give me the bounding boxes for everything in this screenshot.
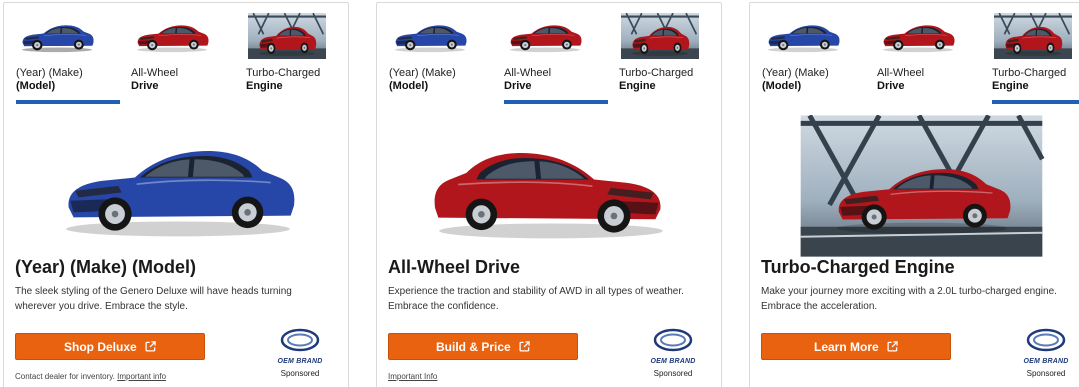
card-title: All-Wheel Drive xyxy=(388,257,521,277)
card-description: Make your journey more exciting with a 2… xyxy=(761,286,1057,312)
oem-brand-logo-icon xyxy=(653,328,693,352)
tab-label-line2: Engine xyxy=(992,80,1029,92)
brand-name: OEM BRAND xyxy=(650,358,696,365)
tab-label-line2: (Model) xyxy=(762,80,802,92)
tab-label-line2: Drive xyxy=(504,80,532,92)
tab-awd[interactable]: All-Wheel Drive xyxy=(131,13,239,105)
tab-awd[interactable]: All-Wheel Drive xyxy=(877,13,985,105)
tab-label-line1: All-Wheel xyxy=(877,67,925,79)
tab-label-line1: Turbo-Charged xyxy=(992,67,1067,79)
tab-label-line2: (Model) xyxy=(16,80,56,92)
hero-car-bridge-image[interactable] xyxy=(750,115,1079,257)
tab-turbo[interactable]: Turbo-Charged Engine xyxy=(992,13,1079,105)
red-car-bridge-thumbnail-icon xyxy=(621,13,699,59)
oem-brand-logo-icon xyxy=(1026,328,1066,352)
blue-car-thumbnail-icon xyxy=(391,13,469,59)
cta-label: Shop Deluxe xyxy=(63,340,137,354)
red-car-thumbnail-icon xyxy=(506,13,584,59)
brand-name: OEM BRAND xyxy=(277,358,323,365)
hero-car-image[interactable] xyxy=(4,115,348,257)
ad-card-model: (Year) (Make) (Model) All-Wheel Drive Tu… xyxy=(3,2,349,387)
blue-car-thumbnail-icon xyxy=(764,13,842,59)
sponsor-block[interactable]: OEM BRAND Sponsored xyxy=(272,328,328,378)
sponsored-label: Sponsored xyxy=(280,369,320,378)
tab-label-line1: (Year) (Make) xyxy=(16,67,83,79)
sponsor-block[interactable]: OEM BRAND Sponsored xyxy=(645,328,701,378)
red-car-thumbnail-icon xyxy=(879,13,957,59)
important-info-link[interactable]: Important info xyxy=(117,372,166,381)
tab-model[interactable]: (Year) (Make) (Model) xyxy=(16,13,124,105)
tab-label-line1: Turbo-Charged xyxy=(619,67,694,79)
tab-label-line1: Turbo-Charged xyxy=(246,67,321,79)
footer-text: Contact dealer for inventory. xyxy=(15,372,115,381)
tab-label-line1: (Year) (Make) xyxy=(762,67,829,79)
important-info-link[interactable]: Important Info xyxy=(388,372,437,381)
shop-deluxe-button[interactable]: Shop Deluxe xyxy=(15,333,205,360)
tab-label-line1: All-Wheel xyxy=(131,67,179,79)
feature-tabs: (Year) (Make) (Model) All-Wheel Drive Tu… xyxy=(377,3,721,107)
build-and-price-button[interactable]: Build & Price xyxy=(388,333,578,360)
tab-label-line1: All-Wheel xyxy=(504,67,552,79)
card-title: (Year) (Make) (Model) xyxy=(15,257,197,277)
feature-tabs: (Year) (Make) (Model) All-Wheel Drive Tu… xyxy=(4,3,348,107)
card-title: Turbo-Charged Engine xyxy=(761,257,955,277)
sponsor-block[interactable]: OEM BRAND Sponsored xyxy=(1018,328,1074,378)
cta-label: Learn More xyxy=(813,340,879,354)
card-footer: Contact dealer for inventory. Important … xyxy=(15,372,166,381)
tab-label-line2: Drive xyxy=(877,80,905,92)
sponsored-label: Sponsored xyxy=(1026,369,1066,378)
tab-model[interactable]: (Year) (Make) (Model) xyxy=(762,13,870,105)
external-link-icon xyxy=(145,341,156,352)
tab-label-line2: Drive xyxy=(131,80,159,92)
tab-model[interactable]: (Year) (Make) (Model) xyxy=(389,13,497,105)
tab-label-line1: (Year) (Make) xyxy=(389,67,456,79)
sponsored-label: Sponsored xyxy=(653,369,693,378)
tab-label-line2: Engine xyxy=(246,80,283,92)
blue-car-thumbnail-icon xyxy=(18,13,96,59)
red-car-bridge-thumbnail-icon xyxy=(994,13,1072,59)
tab-awd[interactable]: All-Wheel Drive xyxy=(504,13,612,105)
red-car-bridge-thumbnail-icon xyxy=(248,13,326,59)
cta-label: Build & Price xyxy=(435,340,511,354)
active-tab-indicator xyxy=(504,100,608,104)
learn-more-button[interactable]: Learn More xyxy=(761,333,951,360)
ad-card-turbo: (Year) (Make) (Model) All-Wheel Drive Tu… xyxy=(749,2,1079,387)
tab-turbo[interactable]: Turbo-Charged Engine xyxy=(246,13,348,105)
hero-car-image[interactable] xyxy=(377,115,721,257)
card-description: Experience the traction and stability of… xyxy=(388,286,684,312)
brand-name: OEM BRAND xyxy=(1023,358,1069,365)
card-footer: Important Info xyxy=(388,372,437,381)
oem-brand-logo-icon xyxy=(280,328,320,352)
active-tab-indicator xyxy=(992,100,1079,104)
external-link-icon xyxy=(519,341,530,352)
tab-label-line2: Engine xyxy=(619,80,656,92)
card-description: The sleek styling of the Genero Deluxe w… xyxy=(15,286,292,312)
active-tab-indicator xyxy=(16,100,120,104)
ad-card-awd: (Year) (Make) (Model) All-Wheel Drive Tu… xyxy=(376,2,722,387)
external-link-icon xyxy=(887,341,898,352)
tab-label-line2: (Model) xyxy=(389,80,429,92)
red-car-thumbnail-icon xyxy=(133,13,211,59)
feature-tabs: (Year) (Make) (Model) All-Wheel Drive Tu… xyxy=(750,3,1079,107)
tab-turbo[interactable]: Turbo-Charged Engine xyxy=(619,13,721,105)
